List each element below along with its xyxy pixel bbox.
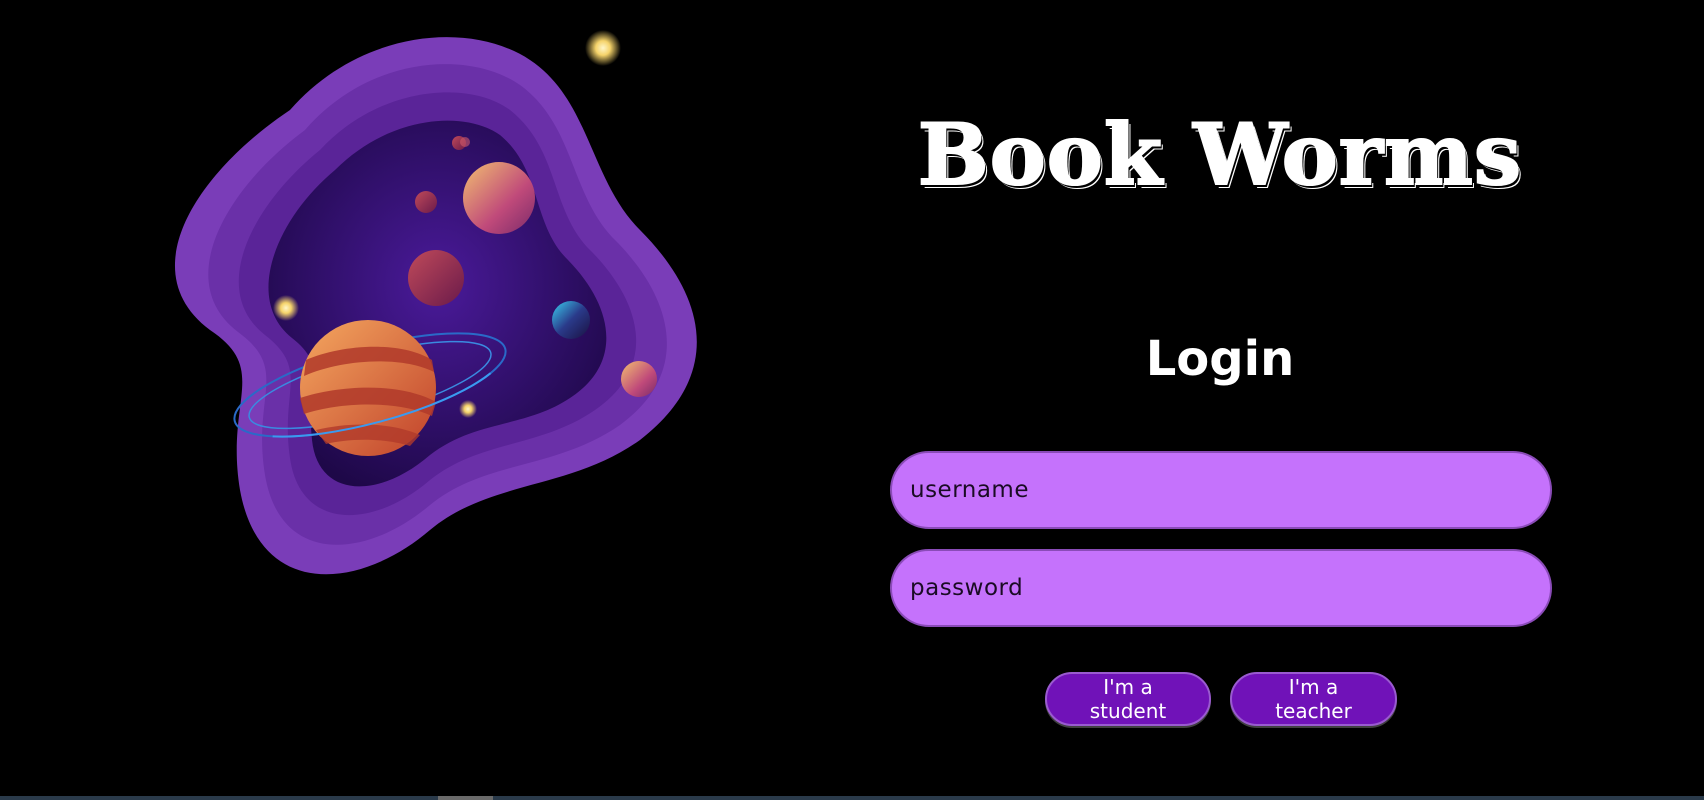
app-title: Book Worms [917,104,1523,205]
login-page: Book Worms Login I'm a student I'm a tea… [0,0,1704,800]
login-heading: Login [1145,331,1295,387]
scrollbar-thumb[interactable] [438,796,493,800]
horizontal-scrollbar[interactable] [0,796,1704,800]
student-login-button[interactable]: I'm a student [1045,672,1211,726]
space-illustration [140,10,740,610]
password-input[interactable] [890,549,1552,627]
planet-illustration-icon [174,30,697,575]
teacher-login-button[interactable]: I'm a teacher [1230,672,1397,726]
username-input[interactable] [890,451,1552,529]
